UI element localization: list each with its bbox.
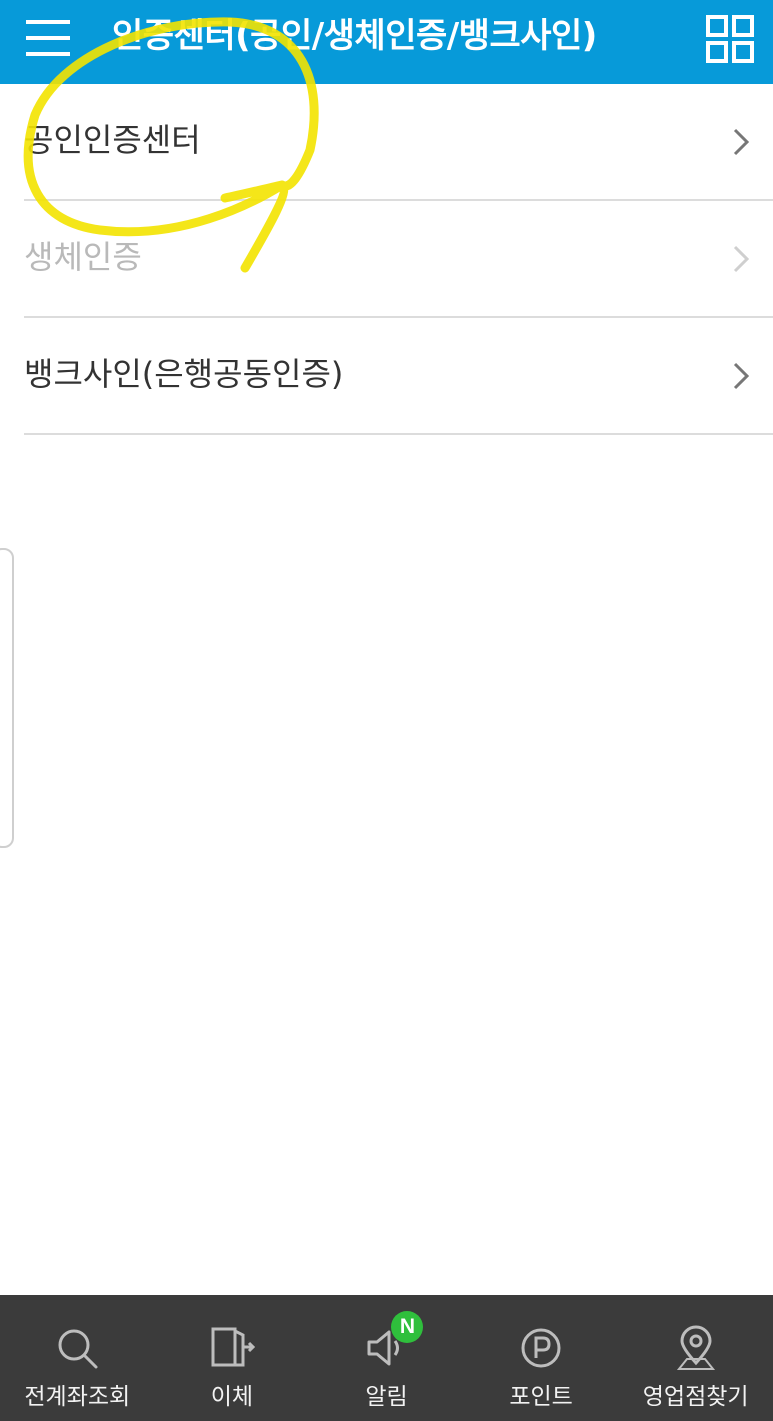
list-item-public-certificate-center[interactable]: 공인인증센터 [24,84,773,201]
nav-label: 전계좌조회 [24,1384,131,1410]
search-icon [58,1329,98,1369]
speaker-icon: N [363,1311,424,1371]
nav-item-points[interactable]: 포인트 [464,1295,619,1421]
list-item-biometric-auth[interactable]: 생체인증 [24,201,773,318]
chevron-right-icon [733,128,750,156]
nav-item-notifications[interactable]: N 알림 [309,1295,464,1421]
chevron-right-icon [733,362,750,390]
location-pin-icon [676,1325,715,1370]
nav-item-all-accounts[interactable]: 전계좌조회 [0,1295,155,1421]
list-item-label: 뱅크사인(은행공동인증) [24,355,344,393]
point-circle-icon [521,1328,561,1368]
nav-label: 이체 [210,1384,254,1410]
grid-menu-icon[interactable] [705,14,755,64]
list-item-label: 공인인증센터 [24,121,201,159]
nav-label: 영업점찾기 [642,1384,749,1410]
app-header: 인증센터(공인/생체인증/뱅크사인) [0,0,773,84]
chevron-right-icon [733,245,750,273]
page-title: 인증센터(공인/생체인증/뱅크사인) [112,16,597,56]
nav-item-branch-finder[interactable]: 영업점찾기 [618,1295,773,1421]
nav-label: 알림 [365,1384,408,1410]
nav-label: 포인트 [509,1384,573,1410]
new-notification-badge: N [391,1311,424,1343]
list-item-label: 생체인증 [24,238,142,276]
hamburger-menu-icon[interactable] [22,16,74,60]
bottom-navigation-bar: 전계좌조회 이체 N 알림 포인트 영업점찾기 [0,1295,773,1421]
nav-item-transfer[interactable]: 이체 [155,1295,310,1421]
list-item-banksign[interactable]: 뱅크사인(은행공동인증) [24,318,773,435]
transfer-door-icon [211,1327,255,1367]
certificate-menu-list: 공인인증센터 생체인증 뱅크사인(은행공동인증) [0,84,773,435]
edge-panel-handle[interactable] [0,548,14,848]
